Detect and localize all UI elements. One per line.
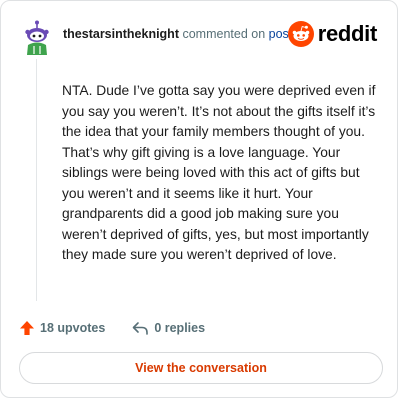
reply-arrow-icon (133, 322, 149, 335)
reddit-brand[interactable]: reddit (287, 19, 378, 49)
commented-on-label: commented on (182, 27, 266, 41)
upvote-button[interactable]: 18 upvotes (19, 320, 105, 336)
upvote-count: 18 upvotes (40, 321, 106, 335)
reddit-wordmark: reddit (317, 21, 378, 46)
snoo-avatar-icon[interactable] (19, 19, 55, 55)
reddit-logo-icon (287, 21, 314, 47)
comment-card: thestarsintheknight commented on post re… (0, 0, 398, 398)
comment-meta: thestarsintheknight commented on post (63, 26, 292, 42)
thread-line (36, 59, 37, 301)
reply-button[interactable]: 0 replies (131, 320, 205, 336)
comment-header: thestarsintheknight commented on post re… (19, 19, 379, 55)
comment-text: NTA. Dude I’ve gotta say you were depriv… (62, 83, 376, 262)
view-conversation-button[interactable]: View the conversation (19, 352, 383, 384)
comment-actions: 18 upvotes 0 replies (19, 317, 205, 339)
upvote-arrow-icon (20, 321, 34, 335)
username-link[interactable]: thestarsintheknight (63, 27, 179, 41)
reply-count: 0 replies (154, 321, 206, 335)
